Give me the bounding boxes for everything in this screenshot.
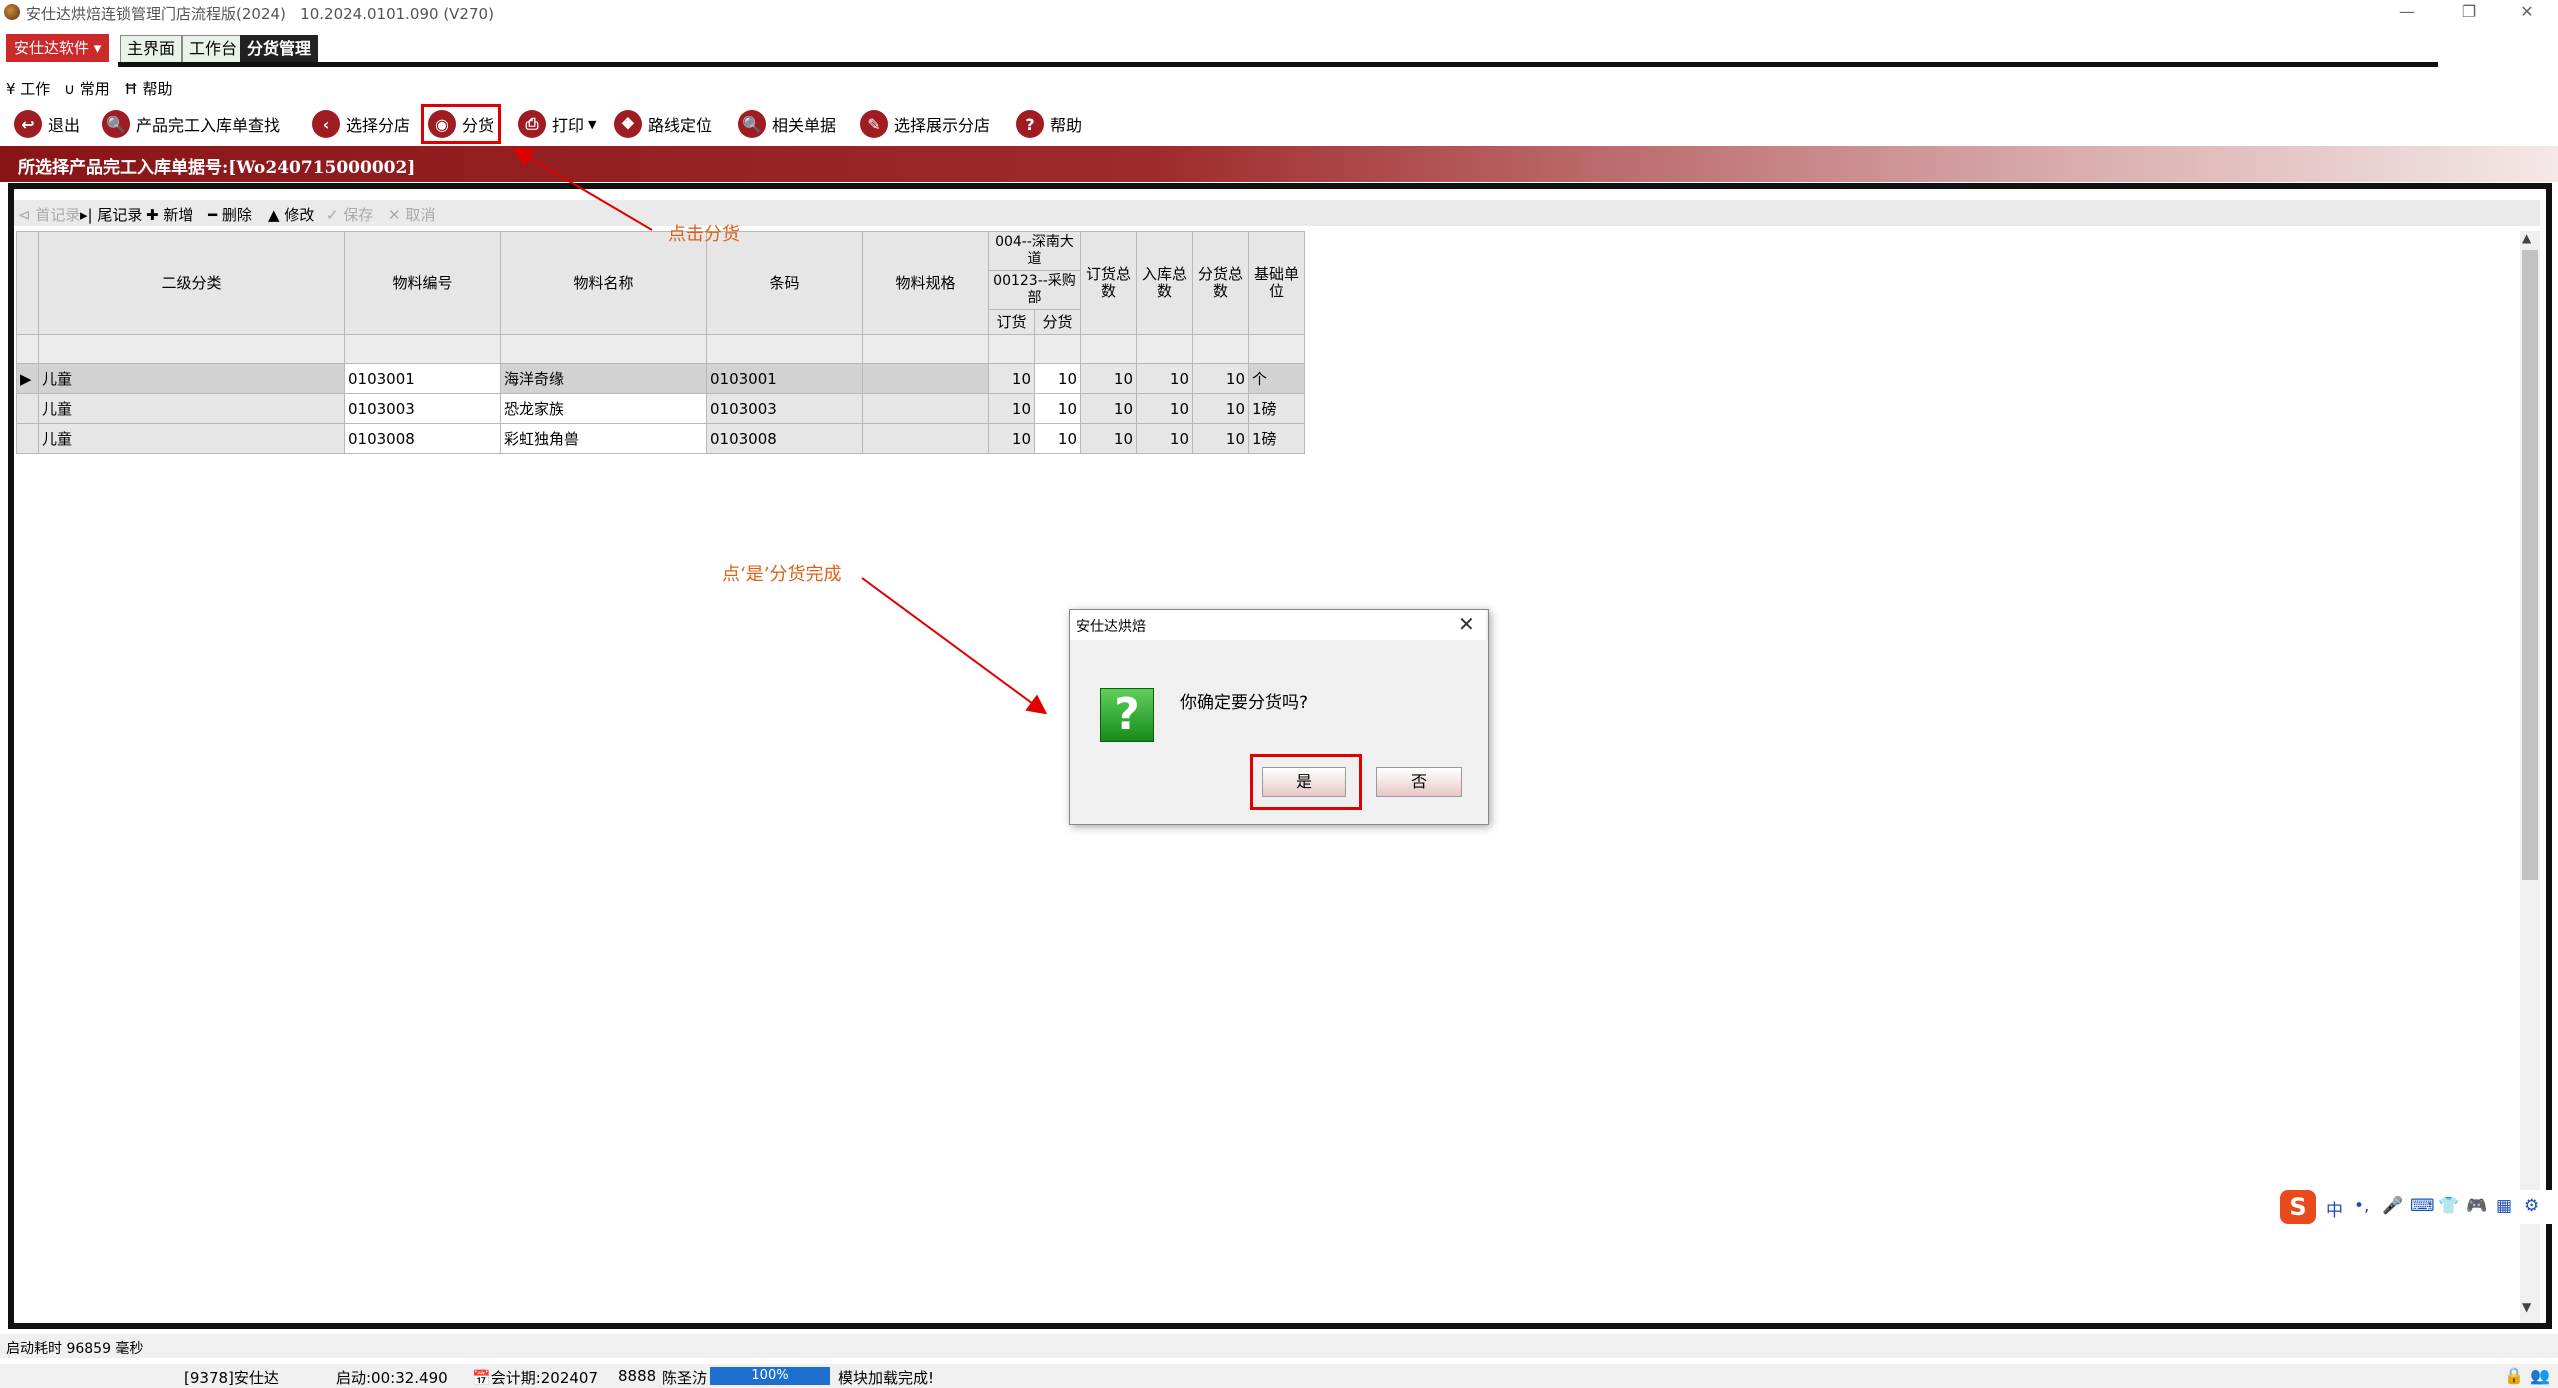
- no-button[interactable]: 否: [1376, 767, 1462, 797]
- ime-punct-icon[interactable]: •,: [2354, 1196, 2369, 1216]
- ime-settings-icon[interactable]: ⚙: [2524, 1196, 2539, 1216]
- sogou-logo-icon[interactable]: S: [2280, 1190, 2316, 1224]
- status-message: 模块加载完成!: [838, 1369, 935, 1387]
- dialog-message: 你确定要分货吗?: [1180, 693, 1309, 713]
- ime-grid-icon[interactable]: ▦: [2496, 1196, 2512, 1216]
- status-user: [9378]安仕达: [184, 1369, 279, 1387]
- dialog-close-icon[interactable]: ✕: [1458, 612, 1475, 636]
- dialog-title: 安仕达烘焙: [1076, 619, 1146, 635]
- status-code: 8888: [618, 1367, 657, 1385]
- status-bar: [9378]安仕达 启动:00:32.490 📅会计期:202407 8888 …: [0, 1364, 2558, 1388]
- annotation-click-yes: 点‘是’分货完成: [722, 564, 842, 585]
- calendar-icon: 📅: [472, 1369, 491, 1387]
- status-operator: 陈圣汸: [662, 1369, 708, 1387]
- status-period: 📅会计期:202407: [472, 1369, 599, 1387]
- yes-button[interactable]: 是: [1262, 767, 1346, 797]
- progress-bar: 100%: [710, 1367, 830, 1385]
- users-icon[interactable]: 👥: [2530, 1366, 2550, 1385]
- ime-keyboard-icon[interactable]: ⌨: [2410, 1196, 2435, 1216]
- load-status-bar: 启动耗时 96859 毫秒: [0, 1334, 2558, 1358]
- load-time: 启动耗时 96859 毫秒: [6, 1341, 144, 1357]
- ime-voice-icon[interactable]: 🎤: [2382, 1196, 2403, 1216]
- status-start: 启动:00:32.490: [336, 1369, 448, 1387]
- ime-chinese-icon[interactable]: 中: [2326, 1196, 2343, 1221]
- question-icon: ?: [1100, 688, 1154, 742]
- ime-game-icon[interactable]: 🎮: [2466, 1196, 2487, 1216]
- annotation-click-distribute: 点击分货: [668, 224, 740, 245]
- lock-icon[interactable]: 🔒: [2504, 1366, 2524, 1385]
- ime-toolbar[interactable]: S 中 •, 🎤 ⌨ 👕 🎮 ▦ ⚙: [2276, 1190, 2558, 1224]
- dialog-title-bar: 安仕达烘焙 ✕: [1070, 610, 1486, 640]
- ime-skin-icon[interactable]: 👕: [2438, 1196, 2459, 1216]
